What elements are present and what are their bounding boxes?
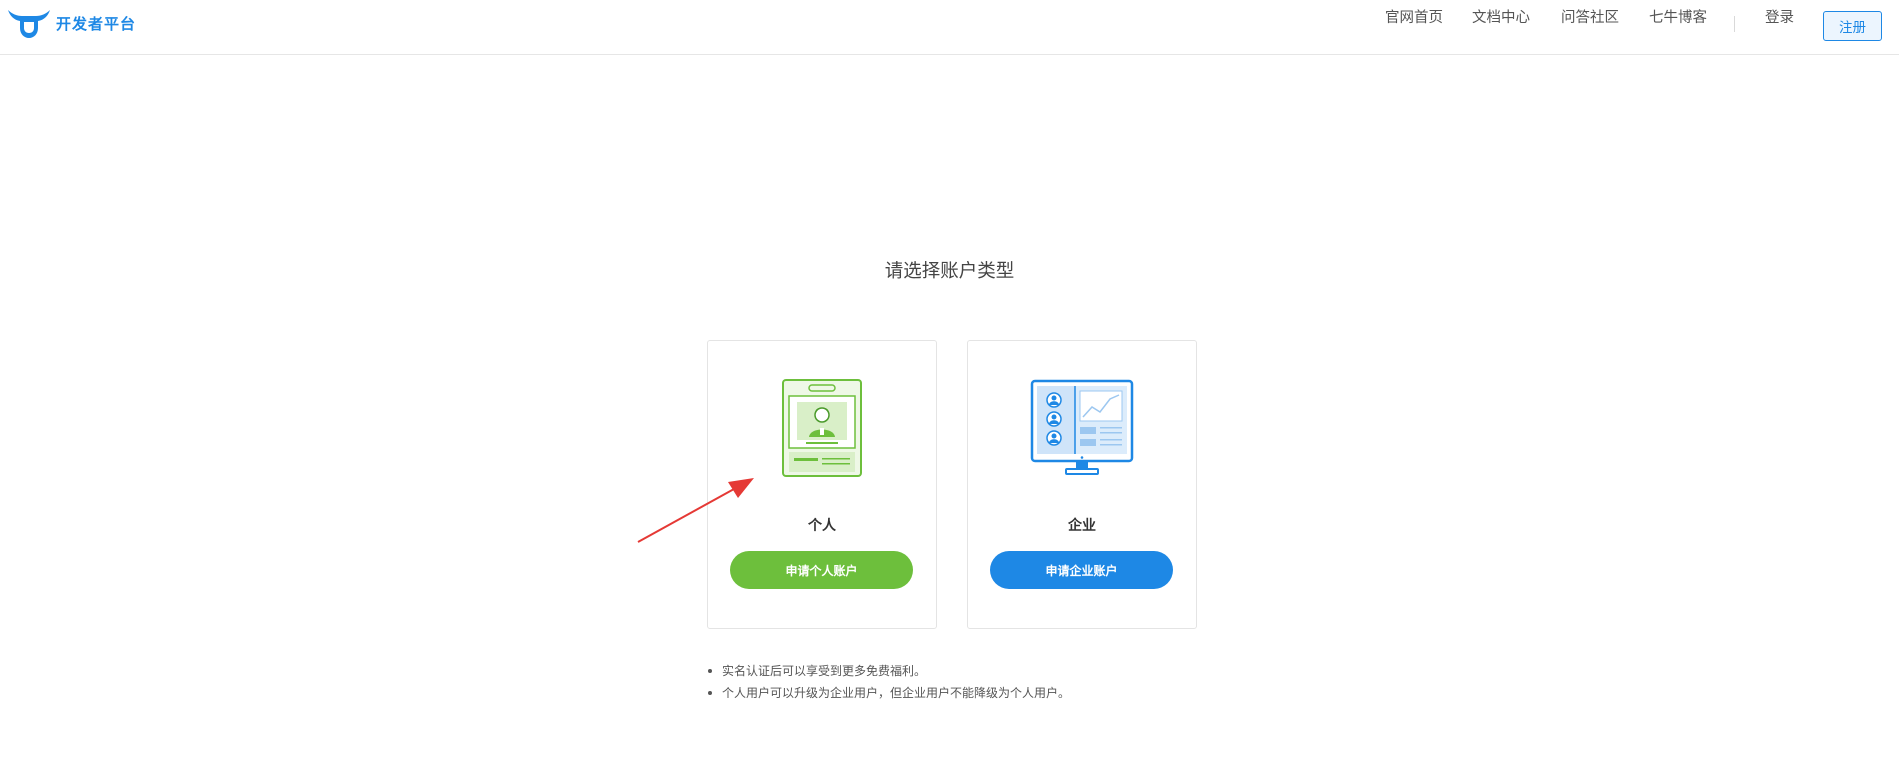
enterprise-label: 企业 [1068,518,1096,534]
nav-docs[interactable]: 文档中心 [1472,6,1530,27]
top-header: 开发者平台 官网首页 文档中心 问答社区 七牛博客 登录 注册 [0,0,1899,55]
nav-community[interactable]: 问答社区 [1561,6,1619,27]
note-item: 个人用户可以升级为企业用户，但企业用户不能降级为个人用户。 [708,682,1070,704]
register-button[interactable]: 注册 [1823,11,1882,41]
bull-logo-icon [8,10,50,38]
notes-list: 实名认证后可以享受到更多免费福利。 个人用户可以升级为企业用户，但企业用户不能降… [708,660,1070,704]
logo-text: 开发者平台 [56,14,137,33]
id-card-icon [708,379,936,479]
logo[interactable]: 开发者平台 [6,6,136,40]
login-link[interactable]: 登录 [1765,6,1794,27]
nav-home[interactable]: 官网首页 [1385,6,1443,27]
monitor-icon [968,379,1196,479]
note-item: 实名认证后可以享受到更多免费福利。 [708,660,1070,682]
page-title: 请选择账户类型 [884,261,1015,282]
nav-divider [1734,16,1735,32]
apply-personal-button[interactable]: 申请个人账户 [730,551,913,589]
enterprise-account-card[interactable]: 企业 申请企业账户 [967,340,1197,629]
annotation-arrow-icon [637,478,754,543]
nav-blog[interactable]: 七牛博客 [1649,6,1707,27]
apply-enterprise-button[interactable]: 申请企业账户 [990,551,1173,589]
